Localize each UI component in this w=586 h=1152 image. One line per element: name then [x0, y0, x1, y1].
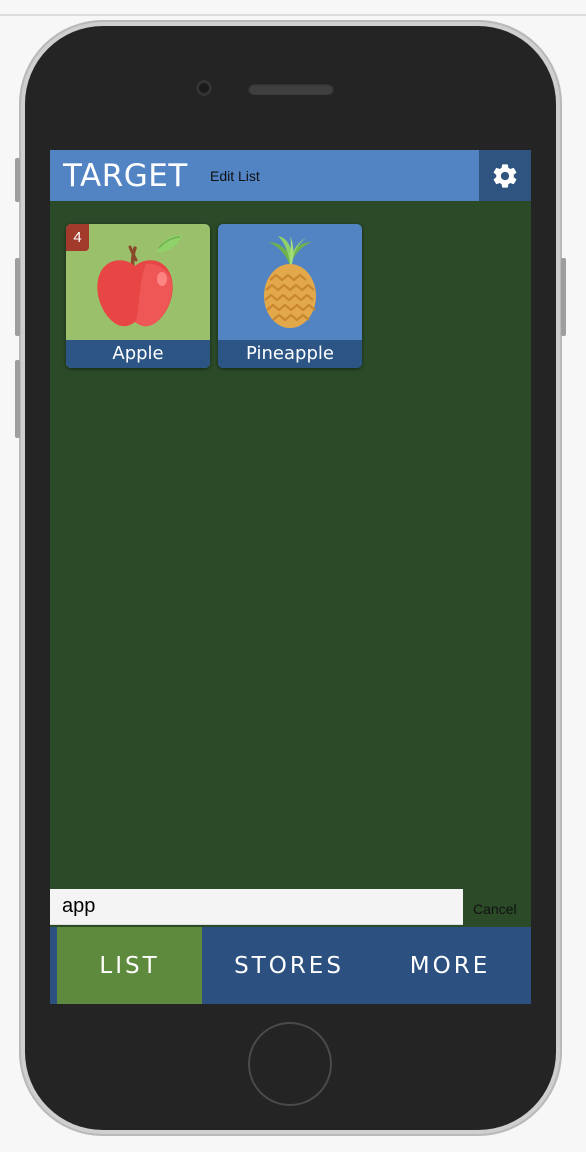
- power-button: [561, 258, 566, 336]
- pineapple-icon: [264, 236, 316, 328]
- tab-more[interactable]: MORE: [376, 927, 524, 1004]
- earpiece-speaker: [248, 83, 334, 95]
- front-camera: [196, 80, 212, 96]
- item-label: Pineapple: [218, 340, 362, 368]
- search-bar: Cancel: [50, 887, 531, 927]
- app-header: TARGET Edit List: [50, 150, 531, 201]
- tab-bar: LIST STORES MORE: [50, 927, 531, 1004]
- mute-switch: [15, 158, 20, 202]
- app-screen: TARGET Edit List 4 Apple Pineapple app C…: [50, 150, 531, 1004]
- gear-icon: [493, 163, 517, 188]
- volume-down-button: [15, 360, 20, 438]
- edit-list-link[interactable]: Edit List: [210, 168, 260, 184]
- search-input[interactable]: [50, 889, 463, 925]
- settings-button[interactable]: [479, 150, 531, 201]
- item-tile-apple[interactable]: 4 Apple: [66, 224, 210, 368]
- tab-list[interactable]: LIST: [57, 927, 202, 1004]
- quantity-badge: 4: [66, 224, 89, 251]
- item-label: Apple: [66, 340, 210, 368]
- cancel-button[interactable]: Cancel: [473, 901, 517, 917]
- volume-up-button: [15, 258, 20, 336]
- page-divider: [0, 14, 586, 16]
- app-title: TARGET: [63, 158, 188, 194]
- home-button[interactable]: [248, 1022, 332, 1106]
- tab-stores[interactable]: STORES: [202, 927, 376, 1004]
- item-tile-pineapple[interactable]: Pineapple: [218, 224, 362, 368]
